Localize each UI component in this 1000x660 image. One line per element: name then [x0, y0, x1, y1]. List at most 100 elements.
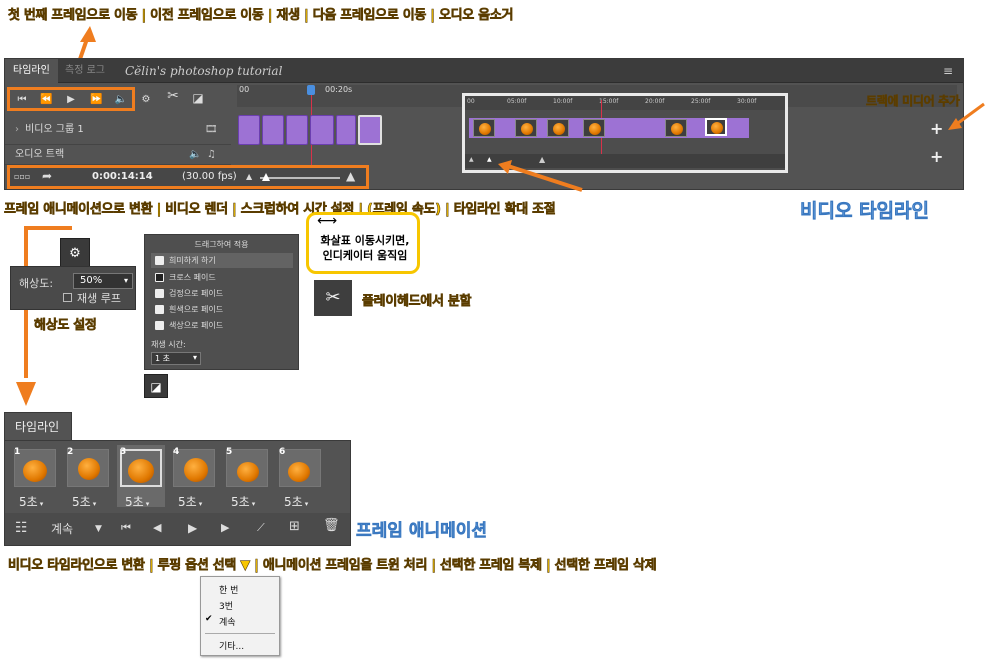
- frame-animation-panel: 1 5초 ▾ 2 5초 ▾ 3 5초 ▾ 4 5초 ▾ 5 5초 ▾ 6 5초 ▾ ☷ 계속…: [4, 440, 351, 546]
- animation-frame[interactable]: 4 5초 ▾: [170, 445, 218, 510]
- tab-timeline[interactable]: 타임라인: [5, 59, 58, 83]
- clip-thumbnail: [583, 119, 605, 137]
- video-clip[interactable]: [238, 115, 260, 145]
- frame-rate: (30.00 fps): [182, 171, 237, 182]
- video-clip[interactable]: [286, 115, 308, 145]
- zoom-slider-handle[interactable]: [262, 173, 270, 181]
- clip-thumbnail-selected: [705, 118, 727, 136]
- annotation-frame-animation: 프레임 애니메이션: [356, 521, 488, 542]
- menu-item-forever[interactable]: 계속: [219, 615, 236, 628]
- video-clip[interactable]: [310, 115, 334, 145]
- zoom-out-icon[interactable]: ▲: [469, 156, 474, 163]
- transition-icon[interactable]: ◪: [144, 374, 168, 398]
- next-frame-icon[interactable]: ⏩: [90, 93, 102, 107]
- frame-duration[interactable]: 5초 ▾: [178, 493, 202, 510]
- frame-duration[interactable]: 5초 ▾: [125, 493, 149, 510]
- animation-frame-selected[interactable]: 3 5초 ▾: [117, 445, 165, 510]
- frame-duration[interactable]: 5초 ▾: [231, 493, 255, 510]
- frame-number: 1: [14, 447, 21, 457]
- loop-label: 재생 루프: [77, 292, 121, 305]
- mini-ruler-label: 20:00f: [645, 98, 665, 105]
- settings-gear-icon[interactable]: ⚙: [60, 238, 90, 268]
- previous-frame-icon[interactable]: ◀: [153, 521, 161, 535]
- frame-duration[interactable]: 5초 ▾: [19, 493, 43, 510]
- video-clip[interactable]: [262, 115, 284, 145]
- scissors-icon[interactable]: ✂: [314, 280, 352, 316]
- first-frame-icon[interactable]: ⏮: [16, 93, 28, 107]
- delete-frame-icon[interactable]: 🗑: [323, 519, 340, 533]
- loop-checkbox[interactable]: [63, 293, 72, 302]
- play-icon[interactable]: ▶: [188, 521, 197, 535]
- annotation-bottom-bar: 프레임 애니메이션으로 변환 | 비디오 렌더 | 스크럽하여 시간 설정 | …: [4, 202, 556, 218]
- audio-track: 오디오 트랙 🔈 ♫: [5, 145, 231, 165]
- animation-frame[interactable]: 6 5초 ▾: [276, 445, 324, 510]
- zoom-slider-handle[interactable]: ▲: [487, 156, 492, 163]
- next-frame-icon[interactable]: ▶: [221, 521, 229, 535]
- clip-thumbnail: [665, 119, 687, 137]
- settings-gear-icon[interactable]: ⚙: [139, 93, 153, 107]
- frame-panel-tab[interactable]: 타임라인: [4, 412, 72, 440]
- play-icon[interactable]: ▶: [65, 93, 77, 107]
- watermark: Cĕlin's photoshop tutorial: [125, 64, 283, 78]
- split-scissors-icon[interactable]: ✂: [165, 89, 181, 103]
- playhead-indicator[interactable]: [307, 85, 315, 95]
- annotation-playback-controls: 첫 번째 프레임으로 이동 | 이전 프레임으로 이동 | 재생 | 다음 프레…: [8, 8, 514, 24]
- transition-item[interactable]: 크로스 페이드: [151, 270, 293, 285]
- previous-frame-icon[interactable]: ⏪: [40, 93, 52, 107]
- mini-ruler-label: 30:00f: [737, 98, 757, 105]
- menu-item-three[interactable]: 3번: [219, 599, 233, 612]
- transitions-panel: 드래그하여 적용 희미하게 하기 크로스 페이드 검정으로 페이드 흰색으로 페…: [144, 234, 299, 370]
- speaker-icon[interactable]: 🔈: [189, 145, 201, 165]
- transition-item[interactable]: 색상으로 페이드: [151, 318, 293, 333]
- frame-duration[interactable]: 5초 ▾: [284, 493, 308, 510]
- duration-label: 재생 시간:: [151, 340, 186, 349]
- panel-menu-icon[interactable]: ≡: [935, 59, 961, 83]
- convert-frame-animation-icon[interactable]: ▫▫▫: [14, 170, 30, 184]
- duplicate-frame-icon[interactable]: ⊞: [289, 520, 300, 534]
- frame-number: 4: [173, 447, 180, 457]
- frame-number: 3: [120, 447, 127, 457]
- loop-options-menu: 한 번 3번 ✔ 계속 기타...: [200, 576, 280, 656]
- annotation-add-media: 트랙에 미디어 추가: [866, 94, 961, 109]
- animation-frame[interactable]: 2 5초 ▾: [64, 445, 112, 510]
- transition-item[interactable]: 희미하게 하기: [151, 253, 293, 268]
- transitions-title: 드래그하여 적용: [194, 240, 249, 249]
- duration-select[interactable]: 1 초 ▾: [151, 352, 201, 365]
- menu-item-other[interactable]: 기타...: [219, 639, 244, 652]
- video-clip[interactable]: [336, 115, 356, 145]
- transition-icon[interactable]: ◪: [191, 91, 205, 105]
- clip-thumbnail: [515, 119, 537, 137]
- video-clip-selected[interactable]: [358, 115, 382, 145]
- zoom-out-icon[interactable]: ▲: [246, 170, 252, 184]
- zoom-in-icon[interactable]: ▲: [346, 169, 355, 183]
- first-frame-icon[interactable]: ⏮: [121, 521, 131, 535]
- music-note-icon[interactable]: ♫: [207, 145, 216, 165]
- annotation-frame-toolbar: 비디오 타임라인으로 변환 | 루핑 옵션 선택 ▼ | 애니메이션 프레임을 …: [8, 558, 657, 574]
- mini-ruler-label: 25:00f: [691, 98, 711, 105]
- menu-item-once[interactable]: 한 번: [219, 583, 238, 596]
- animation-frame[interactable]: 5 5초 ▾: [223, 445, 271, 510]
- resolution-popup: 해상도: 50% ▾ 재생 루프: [10, 266, 136, 310]
- timecode[interactable]: 0:00:14:14: [92, 171, 153, 182]
- tab-measurement-log[interactable]: 측정 로그: [57, 59, 113, 83]
- mini-ruler-label: 10:00f: [553, 98, 573, 105]
- loop-option-value[interactable]: 계속: [51, 520, 73, 537]
- frame-duration[interactable]: 5초 ▾: [72, 493, 96, 510]
- convert-to-video-timeline-icon[interactable]: ☷: [15, 521, 28, 535]
- resolution-value: 50%: [80, 275, 103, 286]
- arrow-annotation: [16, 382, 36, 406]
- transition-item[interactable]: 검정으로 페이드: [151, 286, 293, 301]
- zoom-slider[interactable]: [260, 177, 340, 179]
- mute-audio-icon[interactable]: 🔈: [114, 93, 128, 107]
- frame-number: 5: [226, 447, 233, 457]
- animation-frame[interactable]: 1 5초 ▾: [11, 445, 59, 510]
- add-media-plus-icon[interactable]: +: [930, 119, 943, 138]
- scrub-note-text: 화살표 이동시키면, 인디케이터 움직임: [320, 234, 410, 262]
- tween-icon[interactable]: ⟋: [257, 521, 265, 535]
- resolution-select[interactable]: 50% ▾: [73, 273, 133, 289]
- film-icon[interactable]: 🎞: [205, 117, 218, 143]
- loop-dropdown-icon[interactable]: ▼: [95, 522, 102, 536]
- render-video-icon[interactable]: ➦: [42, 169, 52, 183]
- transition-item[interactable]: 흰색으로 페이드: [151, 302, 293, 317]
- add-audio-plus-icon[interactable]: +: [930, 147, 943, 166]
